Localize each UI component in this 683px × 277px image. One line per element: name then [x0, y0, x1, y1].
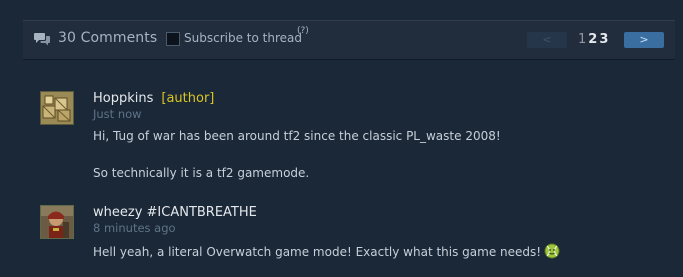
page-3-link[interactable]: 3	[599, 32, 608, 47]
page-2-link[interactable]: 2	[588, 32, 597, 47]
author-name-link[interactable]: Hoppkins	[93, 91, 153, 106]
subscribe-label[interactable]: Subscribe to thread	[184, 31, 302, 45]
subscribe-checkbox[interactable]	[166, 32, 180, 46]
comment-text-line: So technically it is a tf2 gamemode.	[93, 166, 310, 180]
author-badge: [author]	[161, 91, 215, 106]
page-1-current: 1	[578, 32, 587, 47]
author-name-link[interactable]: wheezy #ICANTBREATHE	[93, 205, 257, 220]
comment-author: Hoppkins [author]	[93, 91, 214, 106]
comments-header-bar: 30 Comments Subscribe to thread (?) < 12…	[23, 20, 675, 60]
comment-text-line: Hi, Tug of war has been around tf2 since…	[93, 129, 501, 143]
prev-page-button[interactable]: <	[527, 32, 567, 48]
author-avatar[interactable]	[40, 91, 74, 125]
comment-timestamp: 8 minutes ago	[93, 221, 176, 235]
comment-count-label: 30 Comments	[58, 30, 158, 46]
tennis-ball-emoticon-icon	[544, 243, 560, 259]
wooden-crates-avatar-icon	[41, 92, 73, 124]
chevron-left-icon: <	[542, 33, 552, 46]
comment-timestamp: Just now	[93, 107, 142, 121]
speech-bubbles-icon	[34, 33, 50, 46]
comment-author: wheezy #ICANTBREATHE	[93, 205, 257, 220]
comment-thread-panel: 30 Comments Subscribe to thread (?) < 12…	[0, 0, 683, 277]
comment-text: Hell yeah, a literal Overwatch game mode…	[93, 245, 542, 259]
next-page-button[interactable]: >	[624, 32, 664, 48]
comment-text-line: Hell yeah, a literal Overwatch game mode…	[93, 243, 560, 259]
subscribe-help-link[interactable]: (?)	[297, 26, 309, 36]
author-avatar[interactable]	[40, 205, 74, 239]
pagination: 123	[578, 32, 610, 47]
chevron-right-icon: >	[639, 33, 649, 46]
character-portrait-avatar-icon	[41, 206, 73, 238]
